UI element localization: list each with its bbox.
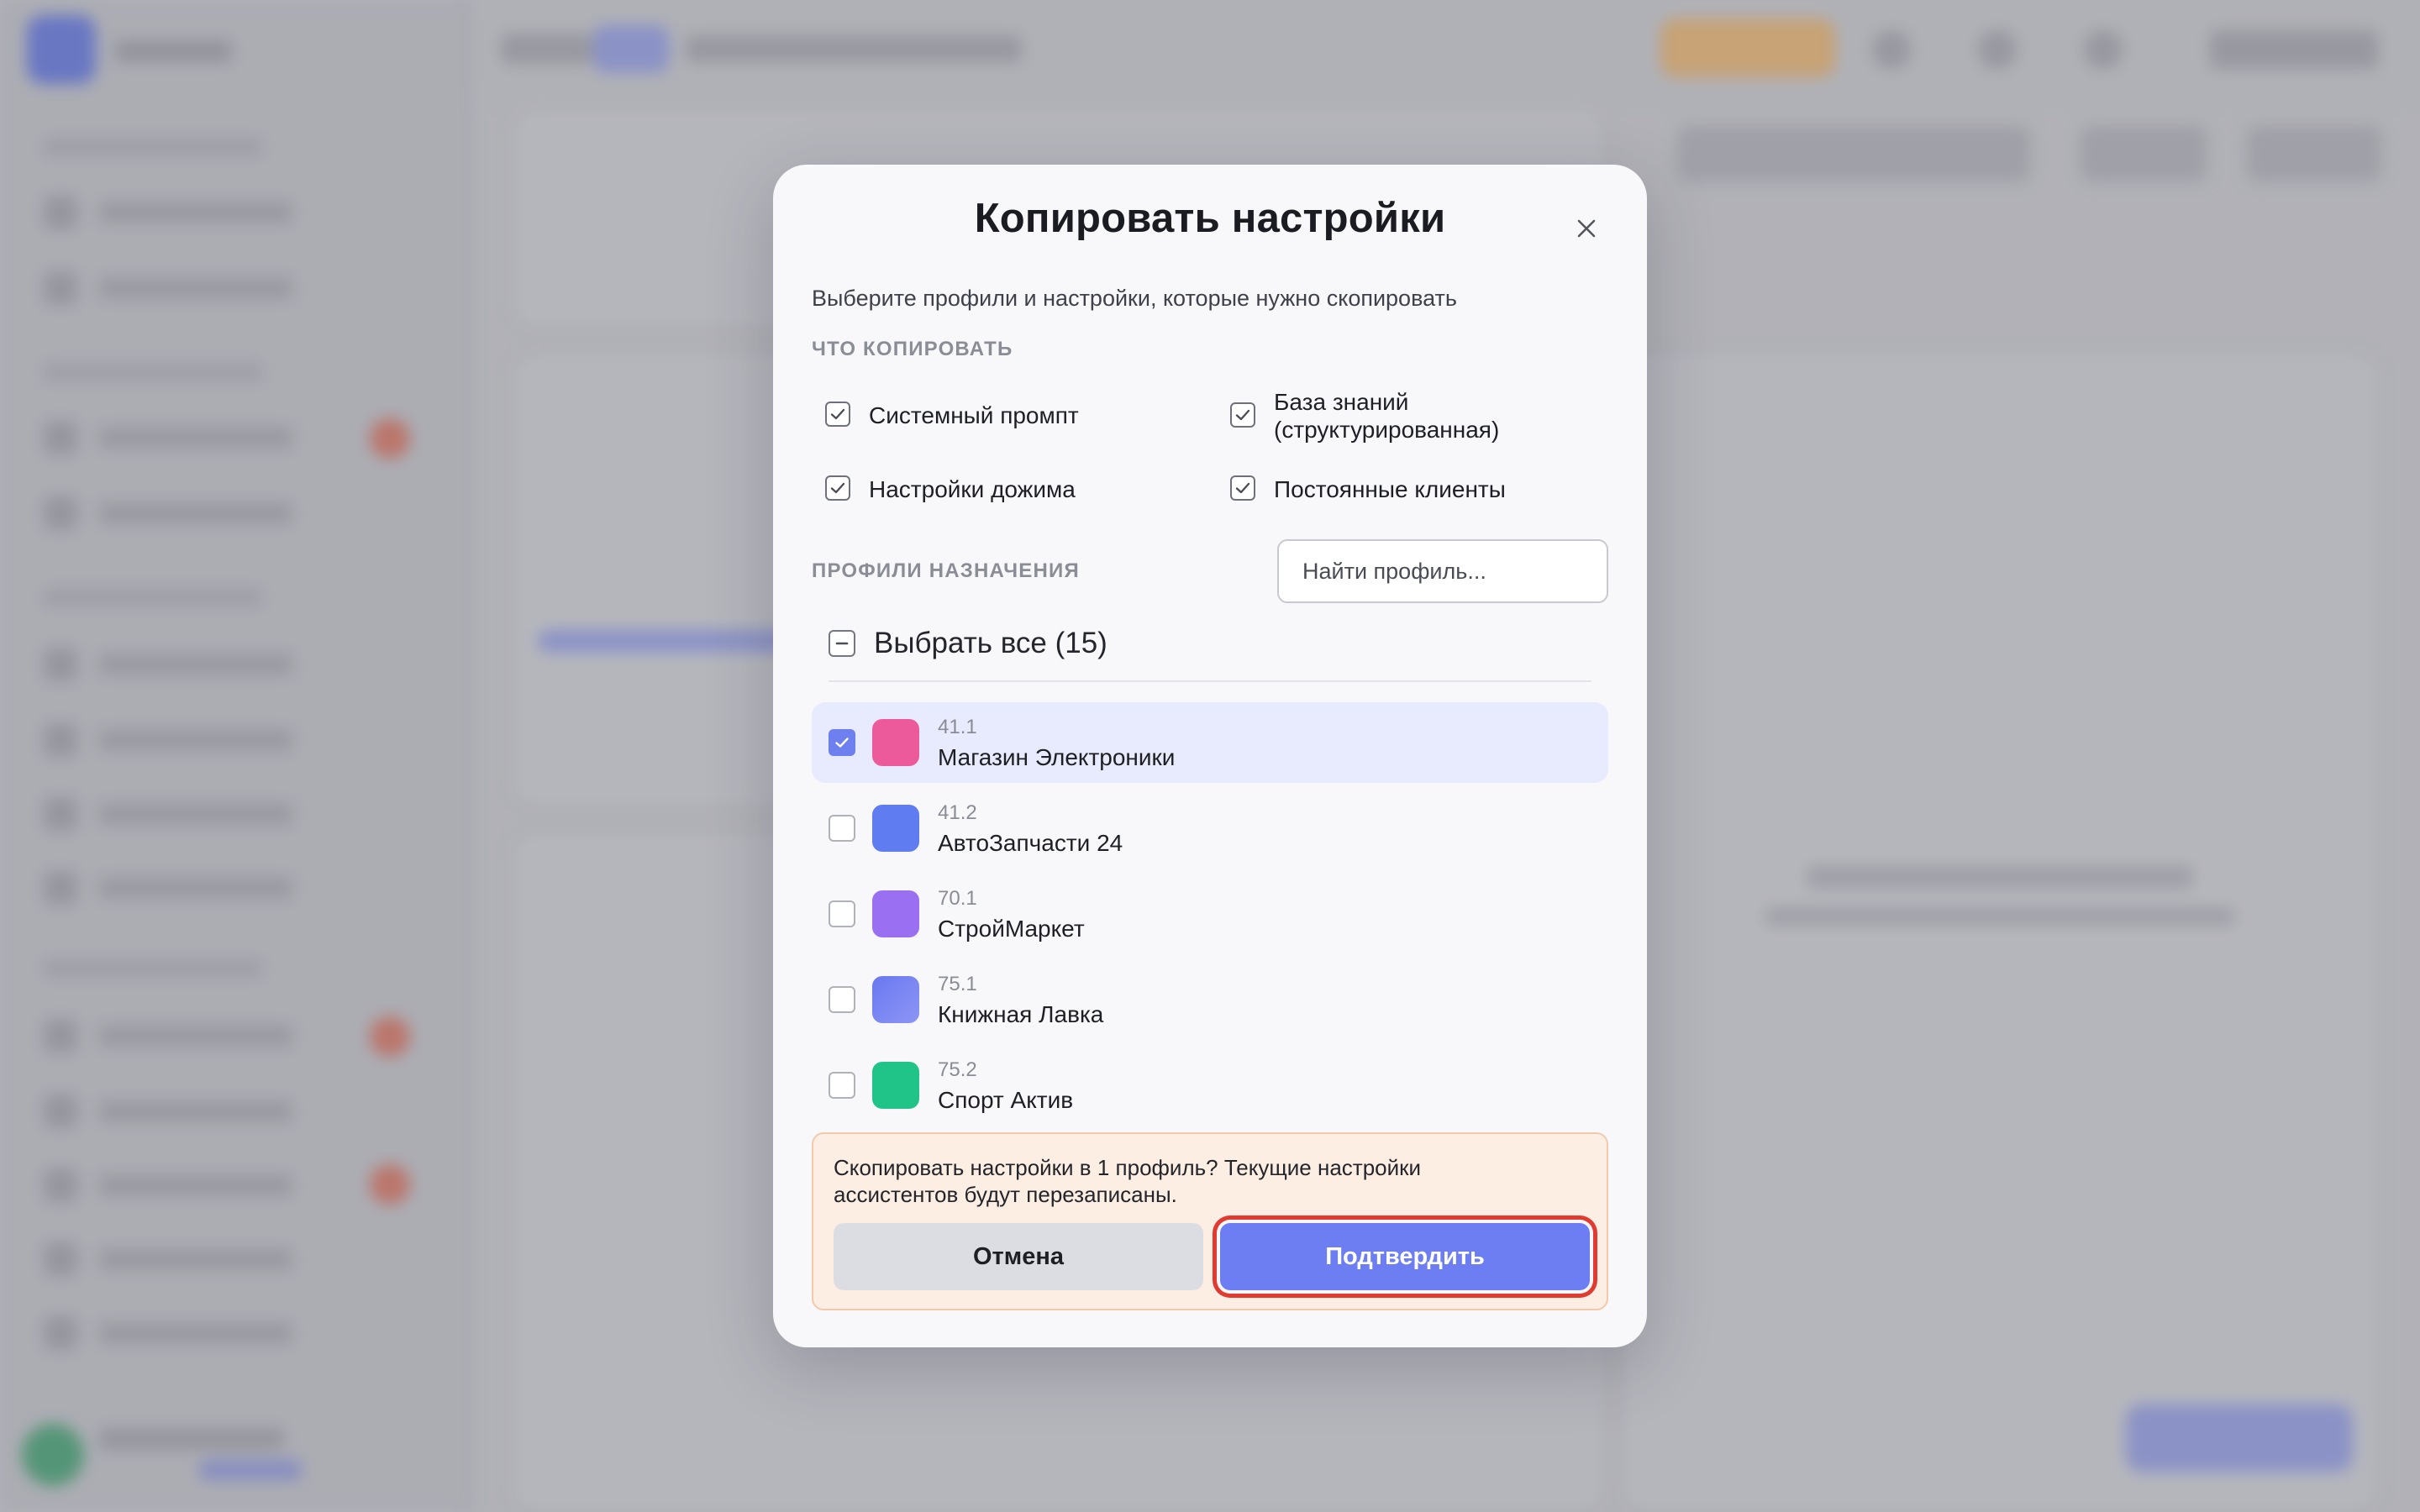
option-label: Системный промпт xyxy=(869,402,1079,428)
checkbox-system-prompt[interactable] xyxy=(825,402,850,427)
profile-checkbox[interactable] xyxy=(829,815,855,842)
profile-checkbox[interactable] xyxy=(829,1072,855,1099)
profile-checkbox[interactable] xyxy=(829,729,855,756)
select-all-checkbox[interactable] xyxy=(829,630,855,657)
check-icon xyxy=(1235,482,1250,494)
confirmation-text: Скопировать настройки в 1 профиль? Текущ… xyxy=(834,1155,1422,1207)
checkbox-follow-up-settings[interactable] xyxy=(825,475,850,501)
profile-search-input[interactable] xyxy=(1277,539,1608,603)
profile-name: АвтоЗапчасти 24 xyxy=(938,830,1123,856)
select-all-toggle[interactable]: Выбрать все (15) xyxy=(829,627,1107,660)
list-item[interactable]: 41.2 АвтоЗапчасти 24 xyxy=(812,788,1608,869)
cancel-button[interactable]: Отмена xyxy=(834,1223,1203,1290)
profile-id: 70.1 xyxy=(938,887,977,910)
profile-checkbox[interactable] xyxy=(829,900,855,927)
profile-id: 41.1 xyxy=(938,716,977,738)
divider xyxy=(829,680,1591,682)
profile-id: 75.1 xyxy=(938,973,977,995)
profile-checkbox[interactable] xyxy=(829,986,855,1013)
option-regular-clients[interactable]: Постоянные клиенты xyxy=(1230,475,1506,503)
what-to-copy-label: ЧТО КОПИРОВАТЬ xyxy=(812,338,1013,360)
option-follow-up-settings[interactable]: Настройки дожима xyxy=(825,475,1076,503)
check-icon xyxy=(835,738,849,748)
profile-avatar xyxy=(872,1062,919,1109)
check-icon xyxy=(1235,409,1250,421)
list-item[interactable]: 41.1 Магазин Электроники xyxy=(812,702,1608,783)
profile-id: 75.2 xyxy=(938,1058,977,1081)
option-system-prompt[interactable]: Системный промпт xyxy=(825,402,1079,429)
list-item[interactable]: 75.1 Книжная Лавка xyxy=(812,959,1608,1040)
option-label: Настройки дожима xyxy=(869,476,1076,502)
option-knowledge-base[interactable]: База знаний (структурированная) xyxy=(1230,388,1549,444)
profile-avatar xyxy=(872,805,919,852)
dialog-title: Копировать настройки xyxy=(974,196,1446,241)
option-label: База знаний (структурированная) xyxy=(1274,389,1500,443)
check-icon xyxy=(830,482,845,494)
profile-name: Книжная Лавка xyxy=(938,1001,1104,1027)
copy-settings-dialog: Копировать настройки Выберите профили и … xyxy=(773,165,1647,1347)
checkbox-knowledge-base[interactable] xyxy=(1230,402,1255,428)
close-button[interactable] xyxy=(1566,208,1607,249)
dialog-subtitle: Выберите профили и настройки, которые ну… xyxy=(812,286,1457,311)
confirm-button[interactable]: Подтвердить xyxy=(1220,1223,1590,1290)
profile-avatar xyxy=(872,719,919,766)
confirmation-panel: Скопировать настройки в 1 профиль? Текущ… xyxy=(812,1132,1608,1310)
profile-avatar xyxy=(872,976,919,1023)
check-icon xyxy=(830,408,845,420)
profile-name: Спорт Актив xyxy=(938,1087,1074,1113)
close-icon xyxy=(1577,219,1596,238)
select-all-label: Выбрать все (15) xyxy=(874,627,1107,659)
profile-id: 41.2 xyxy=(938,801,977,824)
minus-icon xyxy=(835,642,849,645)
profile-name: Магазин Электроники xyxy=(938,744,1176,770)
checkbox-regular-clients[interactable] xyxy=(1230,475,1255,501)
list-item[interactable]: 70.1 СтройМаркет xyxy=(812,874,1608,954)
profile-avatar xyxy=(872,890,919,937)
profile-name: СтройМаркет xyxy=(938,916,1085,942)
list-item[interactable]: 75.2 Спорт Актив xyxy=(812,1045,1608,1126)
option-label: Постоянные клиенты xyxy=(1274,476,1506,502)
target-profiles-label: ПРОФИЛИ НАЗНАЧЕНИЯ xyxy=(812,559,1080,582)
